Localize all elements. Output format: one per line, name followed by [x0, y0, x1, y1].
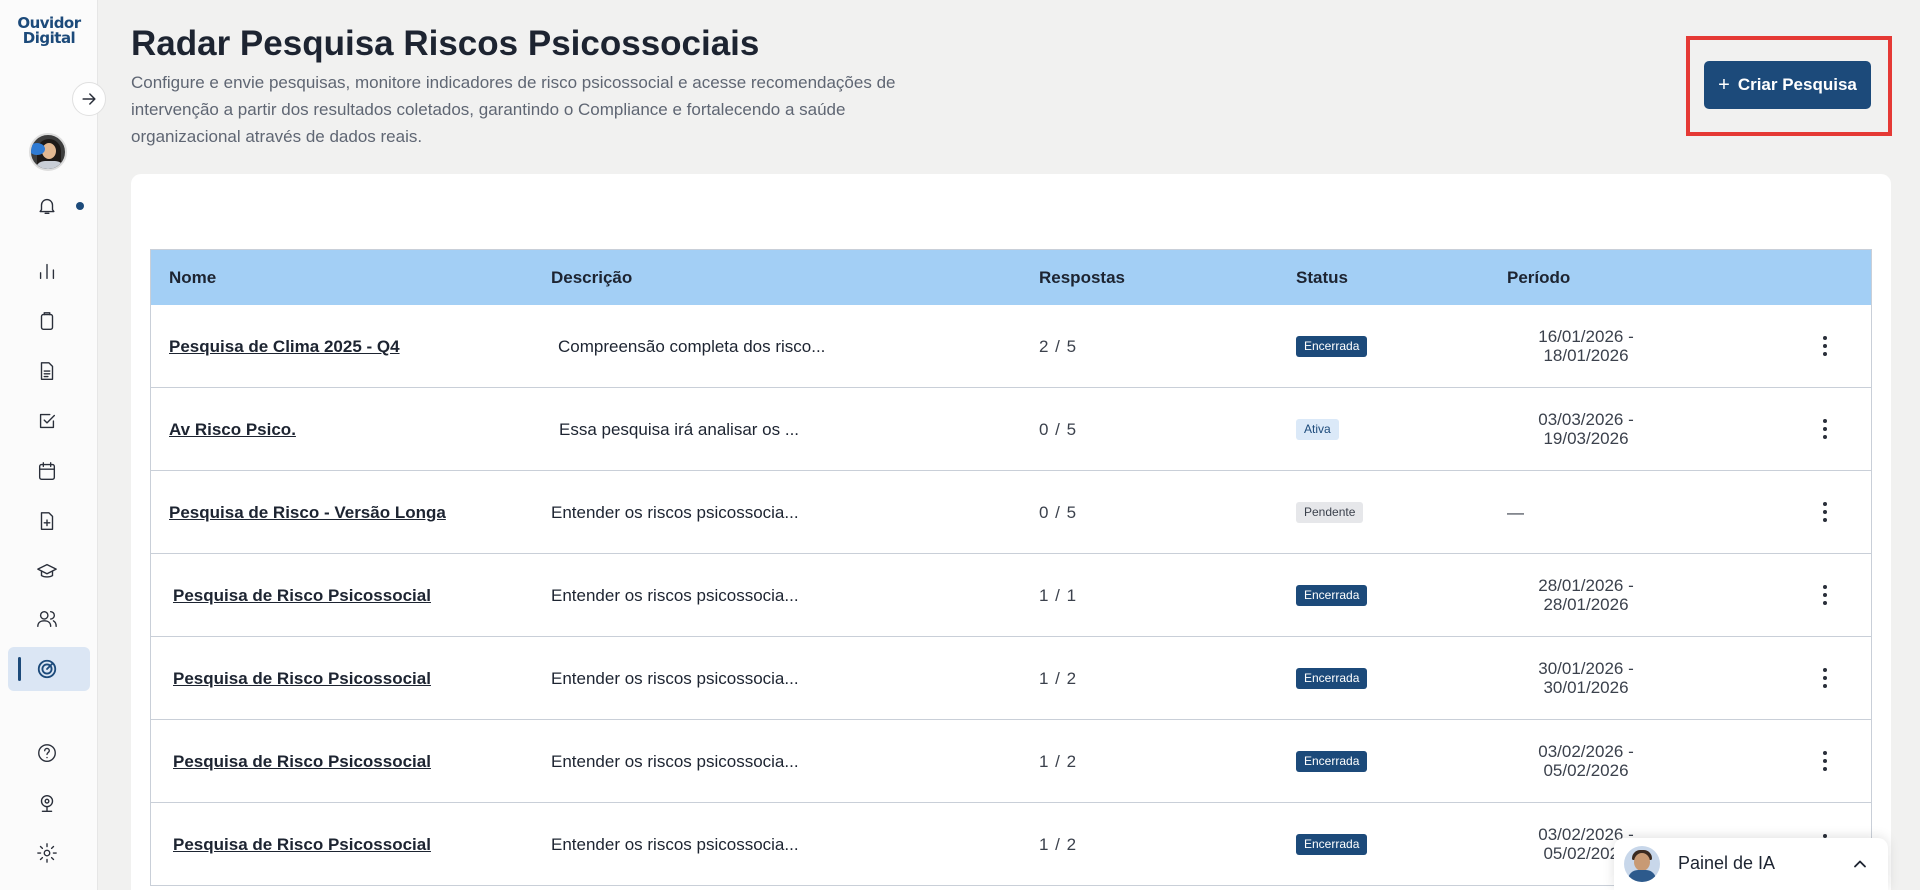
- survey-name-link[interactable]: Pesquisa de Risco - Versão Longa: [169, 503, 446, 523]
- table-row[interactable]: Pesquisa de Risco Psicossocial Entender …: [151, 637, 1871, 720]
- survey-description: Entender os riscos psicossocia...: [551, 835, 799, 854]
- survey-description: Entender os riscos psicossocia...: [551, 586, 799, 605]
- survey-description: Entender os riscos psicossocia...: [551, 503, 799, 522]
- survey-responses: 1 / 2: [1039, 752, 1078, 771]
- sidebar: Ouvidor Digital: [0, 0, 98, 890]
- survey-name-link[interactable]: Pesquisa de Risco Psicossocial: [173, 752, 431, 772]
- help-icon[interactable]: [34, 740, 60, 766]
- status-badge: Encerrada: [1296, 833, 1368, 855]
- more-options-icon[interactable]: [1815, 495, 1835, 529]
- survey-responses: 1 / 2: [1039, 835, 1078, 854]
- notification-dot: [76, 202, 84, 210]
- more-options-icon[interactable]: [1815, 412, 1835, 446]
- users-icon[interactable]: [34, 606, 60, 632]
- survey-responses: 0 / 5: [1039, 503, 1078, 522]
- column-header-descricao[interactable]: Descrição: [551, 268, 632, 288]
- file-plus-icon[interactable]: [34, 508, 60, 534]
- settings-icon[interactable]: [34, 840, 60, 866]
- survey-description: Essa pesquisa irá analisar os ...: [559, 420, 800, 439]
- survey-responses: 1 / 2: [1039, 669, 1078, 688]
- table-row[interactable]: Pesquisa de Risco - Versão Longa Entende…: [151, 471, 1871, 554]
- document-icon[interactable]: [34, 358, 60, 384]
- survey-period: 16/01/2026 -18/01/2026: [1538, 327, 1634, 365]
- surveys-table: Nome Descrição Respostas Status Período …: [150, 249, 1872, 886]
- sidebar-expand-button[interactable]: [72, 82, 106, 116]
- survey-period: 30/01/2026 -30/01/2026: [1538, 659, 1634, 697]
- table-row[interactable]: Pesquisa de Risco Psicossocial Entender …: [151, 803, 1871, 886]
- avatar[interactable]: [29, 133, 67, 171]
- table-header: Nome Descrição Respostas Status Período: [151, 250, 1871, 305]
- more-options-icon[interactable]: [1815, 329, 1835, 363]
- more-options-icon[interactable]: [1815, 661, 1835, 695]
- survey-description: Entender os riscos psicossocia...: [551, 752, 799, 771]
- column-header-respostas[interactable]: Respostas: [1039, 268, 1125, 288]
- plus-icon: +: [1718, 73, 1730, 96]
- survey-name-link[interactable]: Av Risco Psico.: [169, 420, 296, 440]
- bell-icon[interactable]: [34, 193, 60, 219]
- more-options-icon[interactable]: [1815, 578, 1835, 612]
- radar-icon[interactable]: [34, 656, 60, 682]
- bar-chart-icon[interactable]: [34, 258, 60, 284]
- ai-panel[interactable]: Painel de IA: [1614, 838, 1888, 890]
- page-description: Configure e envie pesquisas, monitore in…: [131, 73, 896, 146]
- column-header-nome[interactable]: Nome: [169, 268, 216, 288]
- survey-description: Compreensão completa dos risco...: [558, 337, 826, 356]
- status-badge: Encerrada: [1296, 584, 1368, 606]
- webcam-icon[interactable]: [34, 790, 60, 816]
- survey-responses: 1 / 1: [1039, 586, 1078, 605]
- arrow-right-icon: [82, 93, 96, 105]
- survey-name-link[interactable]: Pesquisa de Risco Psicossocial: [173, 835, 431, 855]
- graduation-cap-icon[interactable]: [34, 558, 60, 584]
- survey-description: Entender os riscos psicossocia...: [551, 669, 799, 688]
- table-row[interactable]: Pesquisa de Risco Psicossocial Entender …: [151, 720, 1871, 803]
- table-row[interactable]: Pesquisa de Risco Psicossocial Entender …: [151, 554, 1871, 637]
- table-row[interactable]: Pesquisa de Clima 2025 - Q4 Compreensão …: [151, 305, 1871, 388]
- survey-period: —: [1507, 503, 1524, 522]
- status-badge: Encerrada: [1296, 335, 1368, 357]
- create-survey-label: Criar Pesquisa: [1737, 75, 1857, 94]
- ai-avatar: [1624, 846, 1660, 882]
- status-badge: Ativa: [1296, 418, 1339, 440]
- survey-name-link[interactable]: Pesquisa de Risco Psicossocial: [173, 669, 431, 689]
- create-survey-button[interactable]: + Criar Pesquisa: [1704, 61, 1871, 109]
- status-badge: Encerrada: [1296, 750, 1368, 772]
- survey-period: 28/01/2026 -28/01/2026: [1538, 576, 1634, 614]
- status-badge: Encerrada: [1296, 667, 1368, 689]
- survey-responses: 0 / 5: [1039, 420, 1078, 439]
- ai-panel-label: Painel de IA: [1678, 853, 1776, 873]
- table-row[interactable]: Av Risco Psico. Essa pesquisa irá analis…: [151, 388, 1871, 471]
- clipboard-icon[interactable]: [34, 308, 60, 334]
- page-title: Radar Pesquisa Riscos Psicossociais: [131, 24, 760, 63]
- calendar-icon[interactable]: [34, 458, 60, 484]
- survey-name-link[interactable]: Pesquisa de Clima 2025 - Q4: [169, 337, 400, 357]
- checkbox-icon[interactable]: [34, 408, 60, 434]
- survey-responses: 2 / 5: [1039, 337, 1078, 356]
- column-header-periodo[interactable]: Período: [1507, 268, 1570, 288]
- more-options-icon[interactable]: [1815, 744, 1835, 778]
- logo-line-2: Digital: [22, 29, 76, 47]
- survey-period: 03/02/2026 -05/02/2026: [1538, 742, 1634, 780]
- chevron-up-icon[interactable]: [1850, 854, 1870, 874]
- survey-period: 03/03/2026 -19/03/2026: [1538, 410, 1634, 448]
- status-badge: Pendente: [1296, 501, 1364, 523]
- column-header-status[interactable]: Status: [1296, 268, 1348, 288]
- survey-name-link[interactable]: Pesquisa de Risco Psicossocial: [173, 586, 431, 606]
- logo[interactable]: Ouvidor Digital: [14, 16, 84, 46]
